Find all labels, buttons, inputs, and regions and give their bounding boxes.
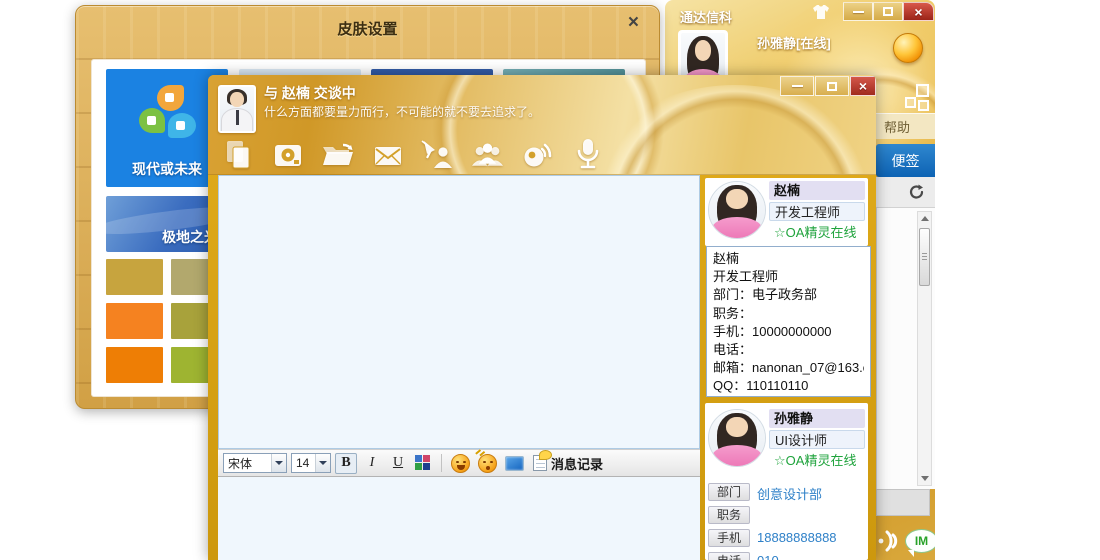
gold-ball-icon[interactable]: [893, 33, 923, 63]
tab-note[interactable]: 便签: [876, 144, 935, 177]
storage-icon[interactable]: [270, 133, 305, 171]
close-icon[interactable]: ×: [628, 12, 639, 34]
peer-avatar-small[interactable]: [218, 85, 256, 133]
field-row: 职务: [705, 506, 868, 526]
screenshot-icon[interactable]: [505, 456, 524, 471]
maximize-button[interactable]: [815, 76, 849, 96]
self-name: 孙雅静: [769, 409, 865, 428]
color-swatch[interactable]: [106, 303, 163, 339]
emoji-throw-icon[interactable]: [478, 454, 497, 473]
panel-header-bar: [876, 177, 935, 208]
format-toolbar: 宋体 14 B I U 消息记录: [218, 449, 700, 477]
chat-titlebar: 与 赵楠 交谈中 什么方面都要量力而行，不可能的就不要去追求了。 ×: [208, 75, 876, 175]
maximize-button[interactable]: [873, 2, 903, 21]
message-history-button[interactable]: 消息记录: [533, 454, 603, 473]
font-family-select[interactable]: 宋体: [223, 453, 287, 473]
field-label: 部门: [708, 483, 750, 501]
italic-button[interactable]: I: [361, 453, 383, 474]
field-row: 电话 010: [705, 552, 868, 560]
field-value: 18888888888: [757, 530, 837, 545]
message-history-area[interactable]: [218, 175, 700, 449]
notes-panel: [876, 208, 935, 489]
peer-contact-card: 赵楠 开发工程师 ☆OA精灵在线: [705, 178, 868, 246]
field-label: 职务: [708, 506, 750, 524]
scroll-thumb[interactable]: [919, 228, 930, 286]
field-label: 手机: [708, 529, 750, 547]
field-row: 手机 18888888888: [705, 529, 868, 549]
chat-title: 与 赵楠 交谈中: [264, 83, 356, 103]
underline-button[interactable]: U: [387, 453, 409, 474]
close-button[interactable]: ×: [903, 2, 934, 21]
avatar-figure: [709, 182, 765, 238]
self-title: UI设计师: [769, 430, 865, 449]
avatar-figure: [220, 87, 254, 131]
peer-signature: 什么方面都要量力而行，不可能的就不要去追求了。: [264, 103, 540, 120]
self-avatar[interactable]: [708, 409, 766, 467]
peer-name: 赵楠: [769, 181, 865, 200]
scroll-down-arrow[interactable]: [918, 472, 931, 485]
star-icon: ☆: [774, 225, 786, 240]
bold-button[interactable]: B: [335, 453, 357, 474]
minimize-button[interactable]: [780, 76, 814, 96]
field-value: 创意设计部: [757, 484, 822, 503]
peer-info-tooltip: 赵楠 开发工程师 部门：电子政务部 职务： 手机：10000000000 电话：…: [706, 246, 871, 397]
remote-assist-icon[interactable]: [420, 133, 455, 171]
self-status: ☆OA精灵在线: [769, 451, 865, 470]
main-window-title: 通达信科: [680, 7, 732, 26]
message-input-area[interactable]: [218, 477, 700, 560]
peer-avatar[interactable]: [708, 181, 766, 239]
chat-toolbar: [220, 133, 605, 171]
tab-help[interactable]: 帮助: [867, 113, 935, 139]
history-doc-icon: [533, 455, 547, 471]
skin-logo-icon: [137, 85, 197, 143]
scroll-up-arrow[interactable]: [918, 212, 931, 225]
color-swatch[interactable]: [106, 347, 163, 383]
copy-icon[interactable]: [220, 133, 255, 171]
group-icon[interactable]: [470, 133, 505, 171]
chat-window: 与 赵楠 交谈中 什么方面都要量力而行，不可能的就不要去追求了。 ×: [208, 75, 876, 560]
folder-icon[interactable]: [320, 133, 355, 171]
color-swatch[interactable]: [106, 259, 163, 295]
user-status-text: 孙雅静[在线]: [757, 33, 831, 52]
divider: [441, 454, 442, 472]
chevron-down-icon: [315, 454, 330, 472]
broadcast-icon[interactable]: [876, 525, 906, 560]
im-status-icon[interactable]: IM: [905, 529, 935, 553]
desktop: 通达信科 × ✓ 孙雅静[在线] 帮助 便签: [0, 0, 1100, 560]
field-row: 部门 创意设计部: [705, 483, 868, 503]
video-call-icon[interactable]: [520, 133, 555, 171]
skin-window-title: 皮肤设置: [76, 18, 659, 39]
avatar-figure: [709, 410, 765, 466]
refresh-icon[interactable]: [908, 183, 926, 206]
chevron-down-icon: [271, 454, 286, 472]
self-contact-card: 孙雅静 UI设计师 ☆OA精灵在线 部门 创意设计部 职务 手机 1888888…: [705, 403, 868, 560]
close-button[interactable]: ×: [850, 76, 876, 96]
peer-title: 开发工程师: [769, 202, 865, 221]
font-color-icon[interactable]: [415, 455, 432, 472]
font-size-select[interactable]: 14: [291, 453, 331, 473]
scrollbar[interactable]: [917, 211, 932, 486]
field-label: 电话: [708, 552, 750, 560]
minimize-button[interactable]: [843, 2, 873, 21]
peer-status: ☆OA精灵在线: [769, 223, 865, 242]
star-icon: ☆: [774, 453, 786, 468]
voice-call-icon[interactable]: [570, 133, 605, 171]
skin-shirt-icon[interactable]: [811, 4, 831, 25]
panel-footer-box: [876, 489, 930, 516]
emoji-icon[interactable]: [451, 454, 470, 473]
mail-icon[interactable]: [370, 133, 405, 171]
field-value: 010: [757, 553, 779, 560]
